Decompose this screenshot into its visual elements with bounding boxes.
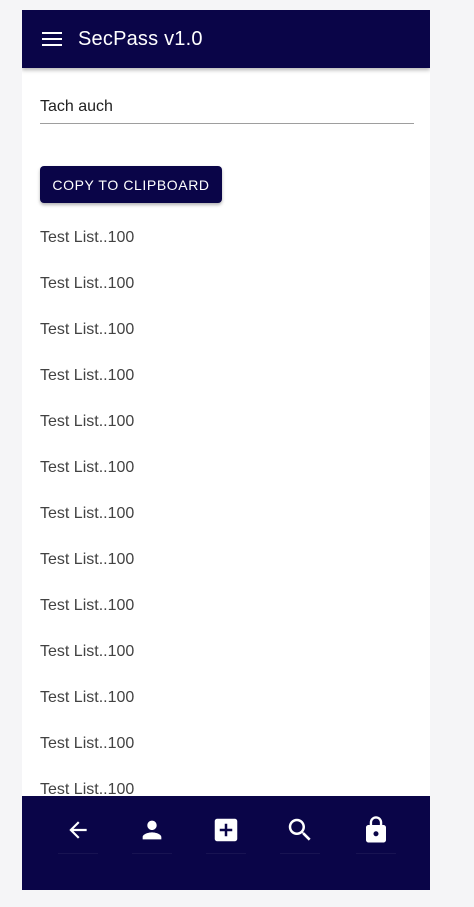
menu-button[interactable] <box>40 27 64 51</box>
entry-text-field[interactable] <box>40 88 414 124</box>
bottom-navigation <box>22 796 430 890</box>
list-item[interactable]: Test List..100 <box>40 547 134 593</box>
list-item[interactable]: Test List..100 <box>40 271 134 317</box>
item-list: Test List..100 Test List..100 Test List..1… <box>40 225 134 796</box>
list-item[interactable]: Test List..100 <box>40 593 134 639</box>
back-button[interactable] <box>58 810 98 854</box>
hamburger-menu-icon <box>42 32 62 46</box>
copy-to-clipboard-button[interactable]: COPY TO CLIPBOARD <box>40 166 222 203</box>
list-item[interactable]: Test List..100 <box>40 363 134 409</box>
main-content: COPY TO CLIPBOARD Test List..100Test Lis… <box>22 68 430 796</box>
list-item[interactable]: Test List..100 <box>40 639 134 685</box>
lock-button[interactable] <box>356 810 396 854</box>
list-item[interactable]: Test List..100 <box>40 501 134 547</box>
add-box-icon <box>214 818 238 842</box>
list-item[interactable]: Test List..100 <box>40 317 134 363</box>
search-button[interactable] <box>280 810 320 854</box>
list-item[interactable]: Test List..100 <box>40 455 134 501</box>
app-bar: SecPass v1.0 <box>22 10 430 68</box>
account-button[interactable] <box>132 810 172 854</box>
list-item[interactable]: Test List..100 <box>40 409 134 455</box>
lock-icon <box>366 816 386 843</box>
app-screen: SecPass v1.0 COPY TO CLIPBOARD Test List… <box>22 10 430 890</box>
add-button[interactable] <box>206 810 246 854</box>
list-item[interactable]: Test List..100 <box>40 777 134 796</box>
app-title: SecPass v1.0 <box>78 27 203 50</box>
search-icon <box>288 818 311 841</box>
person-icon <box>142 820 162 840</box>
list-item[interactable]: Test List..100 <box>40 731 134 777</box>
list-item[interactable]: Test List..100 <box>40 225 134 271</box>
back-arrow-icon <box>69 821 87 839</box>
list-item[interactable]: Test List..100 <box>40 685 134 731</box>
